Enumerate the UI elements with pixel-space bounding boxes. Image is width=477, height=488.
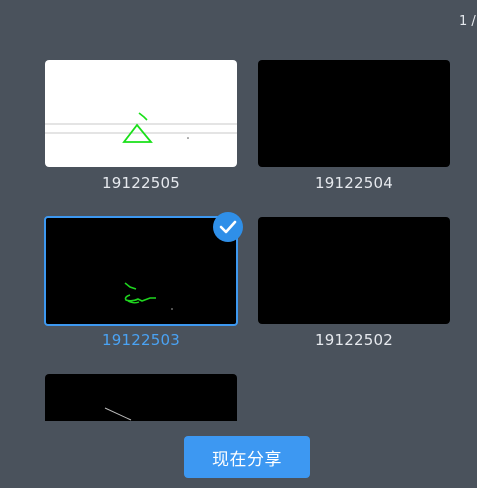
share-now-button[interactable]: 现在分享 <box>184 436 310 478</box>
snapshot-thumbnail-19122502[interactable] <box>258 217 450 324</box>
snapshot-thumbnail-19122503[interactable] <box>44 216 238 326</box>
snapshot-image <box>124 282 173 310</box>
snapshot-thumbnail-19122505[interactable] <box>45 60 237 167</box>
snapshot-thumbnail-19122504[interactable] <box>258 60 450 167</box>
checkmark-icon[interactable] <box>213 212 243 242</box>
snapshot-image <box>104 407 132 421</box>
snapshot-image <box>45 112 237 143</box>
snapshot-label[interactable]: 19122502 <box>258 331 450 349</box>
snapshot-grid: 19122505 19122504 19122503 19122502 <box>0 0 477 421</box>
snapshot-label[interactable]: 19122504 <box>258 174 450 192</box>
snapshot-label[interactable]: 19122503 <box>45 331 237 349</box>
snapshot-thumbnail[interactable] <box>45 374 237 421</box>
snapshot-label[interactable]: 19122505 <box>45 174 237 192</box>
